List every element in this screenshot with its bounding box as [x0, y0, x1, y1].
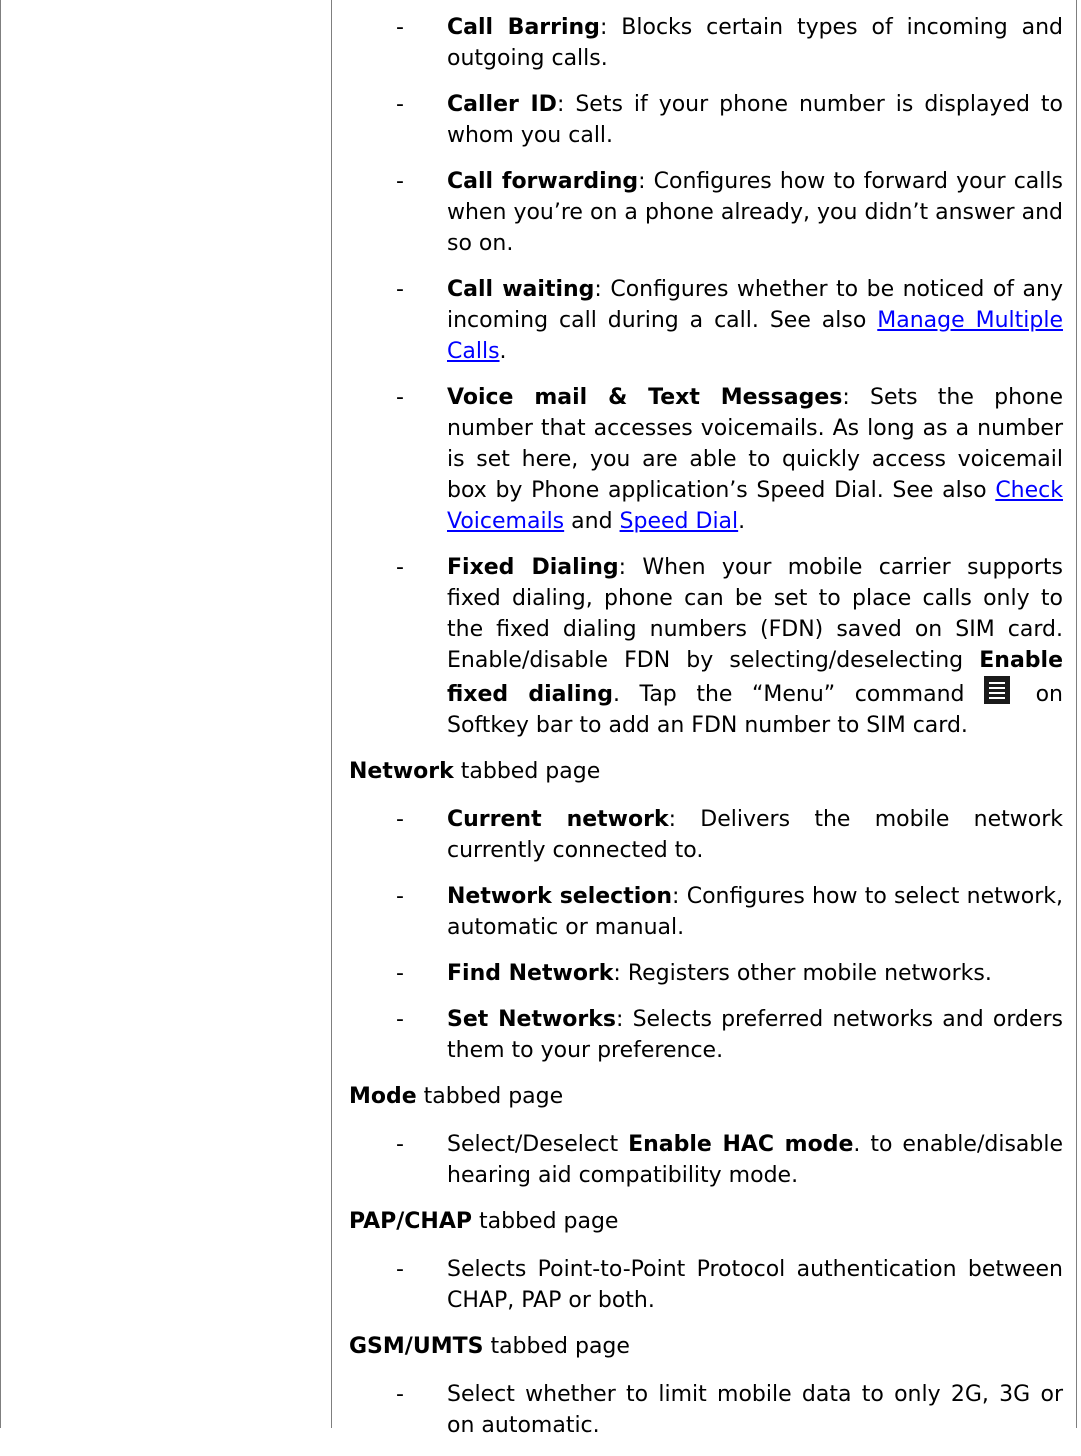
mode-section-heading: Mode tabbed page: [349, 1081, 1063, 1112]
item-title: Network selection: [447, 884, 673, 909]
list-item: - Call forwarding: Configures how to for…: [349, 166, 1063, 259]
dash-bullet: -: [396, 169, 404, 194]
item-title: Current network: [447, 807, 669, 832]
list-item: - Select/Deselect Enable HAC mode. to en…: [349, 1129, 1063, 1191]
item-title: Call Barring: [447, 15, 600, 40]
item-text: Selects Point-to-Point Protocol authenti…: [447, 1257, 1063, 1313]
item-title: Call waiting: [447, 277, 595, 302]
section-suffix: tabbed page: [453, 759, 601, 784]
dash-bullet: -: [396, 1257, 404, 1282]
list-item: - Caller ID: Sets if your phone number i…: [349, 89, 1063, 151]
section-suffix: tabbed page: [416, 1084, 564, 1109]
item-title: Find Network: [447, 961, 614, 986]
menu-icon: [984, 676, 1011, 704]
dash-bullet: -: [396, 1132, 404, 1157]
dash-bullet: -: [396, 92, 404, 117]
dash-bullet: -: [396, 555, 404, 580]
item-text: Select/Deselect: [447, 1132, 629, 1157]
enable-hac-mode-label: Enable HAC mode: [628, 1132, 854, 1157]
list-item: - Call waiting: Configures whether to be…: [349, 274, 1063, 367]
item-end: .: [738, 509, 746, 534]
item-title: Fixed Dialing: [447, 555, 619, 580]
item-text-2: . Tap the “Menu” command: [613, 682, 985, 707]
item-end: .: [499, 339, 507, 364]
list-item: - Fixed Dialing: When your mobile carrie…: [349, 552, 1063, 741]
speed-dial-link[interactable]: Speed Dial: [620, 509, 739, 534]
column-divider: [331, 0, 332, 1428]
item-text: Select whether to limit mobile data to o…: [447, 1382, 1063, 1438]
list-item: - Selects Point-to-Point Protocol authen…: [349, 1254, 1063, 1316]
item-title: Voice mail & Text Messages: [447, 385, 843, 410]
dash-bullet: -: [396, 884, 404, 909]
section-title: Mode: [349, 1084, 417, 1109]
list-item: - Set Networks: Selects preferred networ…: [349, 1004, 1063, 1066]
dash-bullet: -: [396, 15, 404, 40]
dash-bullet: -: [396, 385, 404, 410]
section-title: GSM/UMTS: [349, 1334, 484, 1359]
dash-bullet: -: [396, 277, 404, 302]
list-item: - Call Barring: Blocks certain types of …: [349, 12, 1063, 74]
list-item: - Current network: Delivers the mobile n…: [349, 804, 1063, 866]
list-item: - Voice mail & Text Messages: Sets the p…: [349, 382, 1063, 537]
list-item: - Select whether to limit mobile data to…: [349, 1379, 1063, 1441]
item-title: Set Networks: [447, 1007, 616, 1032]
section-suffix: tabbed page: [472, 1209, 619, 1234]
item-title: Call forwarding: [447, 169, 639, 194]
gsm-umts-section-heading: GSM/UMTS tabbed page: [349, 1331, 1063, 1362]
section-title: Network: [349, 759, 454, 784]
dash-bullet: -: [396, 807, 404, 832]
dash-bullet: -: [396, 1382, 404, 1407]
item-text: : Registers other mobile networks.: [613, 961, 992, 986]
pap-chap-section-heading: PAP/CHAP tabbed page: [349, 1206, 1063, 1237]
list-item: - Find Network: Registers other mobile n…: [349, 958, 1063, 989]
section-suffix: tabbed page: [483, 1334, 630, 1359]
dash-bullet: -: [396, 1007, 404, 1032]
item-title: Caller ID: [447, 92, 557, 117]
item-and: and: [564, 509, 620, 534]
content-column: - Call Barring: Blocks certain types of …: [349, 12, 1063, 1456]
dash-bullet: -: [396, 961, 404, 986]
network-section-heading: Network tabbed page: [349, 756, 1063, 787]
section-title: PAP/CHAP: [349, 1209, 472, 1234]
list-item: - Network selection: Configures how to s…: [349, 881, 1063, 943]
